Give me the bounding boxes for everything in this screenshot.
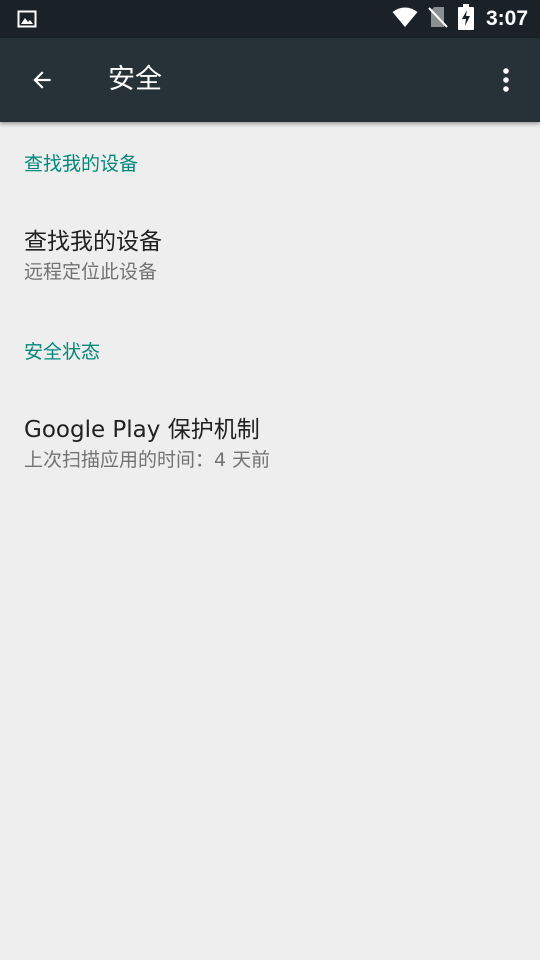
image-notification-icon: [17, 9, 37, 29]
status-bar: 3:07: [0, 0, 540, 38]
overflow-menu-button[interactable]: [486, 60, 526, 100]
pref-title: 查找我的设备: [24, 228, 162, 255]
app-bar: 安全: [0, 38, 540, 122]
more-vert-icon: [503, 68, 509, 92]
status-time: 3:07: [485, 7, 528, 30]
status-icons: 3:07: [392, 0, 528, 38]
category-find-my-device: 查找我的设备: [24, 152, 139, 175]
wifi-icon: [392, 6, 418, 32]
no-sim-icon: [428, 5, 448, 33]
back-button[interactable]: [22, 60, 62, 100]
pref-summary: 远程定位此设备: [24, 260, 158, 283]
pref-title: Google Play 保护机制: [24, 416, 260, 443]
page-title: 安全: [108, 64, 162, 95]
pref-summary: 上次扫描应用的时间：4 天前: [24, 448, 271, 471]
arrow-back-icon: [33, 71, 51, 89]
pref-google-play-protect[interactable]: Google Play 保护机制 上次扫描应用的时间：4 天前: [0, 390, 540, 498]
battery-charging-icon: [457, 4, 474, 34]
category-security-status: 安全状态: [24, 340, 101, 363]
pref-find-my-device[interactable]: 查找我的设备 远程定位此设备: [0, 202, 540, 310]
settings-list: 查找我的设备 查找我的设备 远程定位此设备 安全状态 Google Play 保…: [0, 122, 540, 498]
